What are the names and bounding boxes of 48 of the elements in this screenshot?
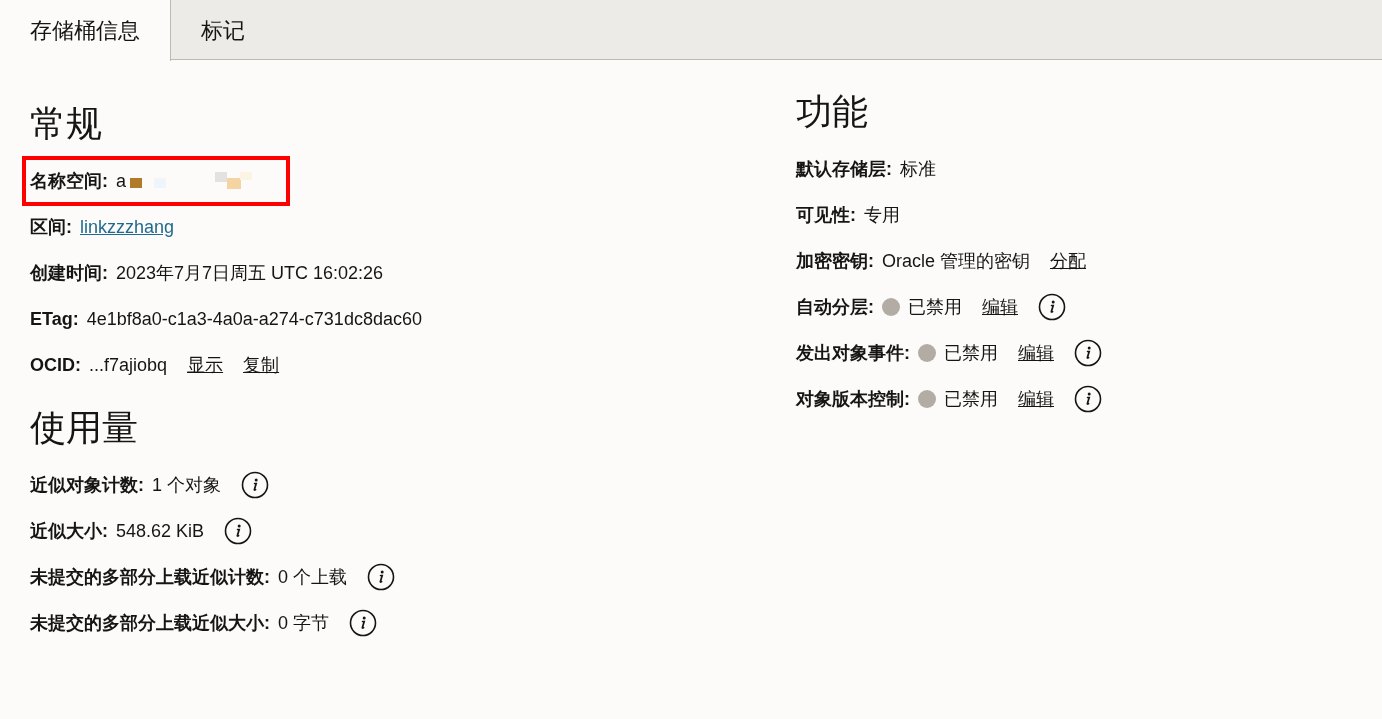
field-value: 专用: [864, 203, 900, 227]
field-label: 近似对象计数:: [30, 473, 144, 497]
field-label: 发出对象事件:: [796, 341, 910, 365]
field-value: 已禁用: [908, 295, 962, 319]
field-label: 未提交的多部分上载近似大小:: [30, 611, 270, 635]
field-value: 已禁用: [944, 341, 998, 365]
field-value: 4e1bf8a0-c1a3-4a0a-a274-c731dc8dac60: [86, 307, 422, 331]
field-label: 名称空间:: [30, 169, 108, 193]
action-link[interactable]: 复制: [243, 351, 280, 379]
field-label: 创建时间:: [30, 261, 108, 285]
section-heading: 使用量: [30, 410, 139, 446]
compartment-link[interactable]: linkzzzhang: [80, 213, 175, 241]
field-label: 加密密钥:: [796, 249, 874, 273]
info-icon[interactable]: [349, 609, 377, 637]
tab[interactable]: 标记: [171, 0, 275, 60]
field-value: ...f7ajiobq: [89, 353, 168, 377]
tab[interactable]: 存储桶信息: [0, 0, 171, 61]
field-label: 可见性:: [796, 203, 856, 227]
field-label: 近似大小:: [30, 519, 108, 543]
info-icon[interactable]: [1074, 385, 1102, 413]
info-icon[interactable]: [1074, 339, 1102, 367]
action-link[interactable]: 显示: [187, 351, 224, 379]
field-label: OCID:: [30, 353, 81, 377]
action-link[interactable]: 编辑: [1018, 339, 1054, 367]
field-label: 未提交的多部分上载近似计数:: [30, 565, 270, 589]
field-label: 默认存储层:: [796, 157, 892, 181]
field-value: 已禁用: [944, 387, 998, 411]
action-link[interactable]: 分配: [1050, 247, 1087, 275]
field-label: 自动分层:: [796, 295, 874, 319]
field-value: 1 个对象: [152, 473, 221, 497]
action-link[interactable]: 编辑: [982, 293, 1018, 321]
field-value: 2023年7月7日周五 UTC 16:02:26: [116, 261, 384, 285]
info-icon[interactable]: [367, 563, 395, 591]
field-label: 区间:: [30, 215, 72, 239]
field-label: 对象版本控制:: [796, 387, 910, 411]
field-value: a: [116, 169, 126, 193]
field-value: 0 字节: [278, 611, 329, 635]
info-icon[interactable]: [1038, 293, 1066, 321]
field-value: 0 个上载: [278, 565, 347, 589]
field-label: ETag:: [30, 307, 79, 331]
field-value: 548.62 KiB: [116, 519, 205, 543]
field-value: 标准: [900, 157, 936, 181]
info-icon[interactable]: [224, 517, 253, 545]
section-heading: 功能: [796, 94, 869, 130]
info-icon[interactable]: [241, 471, 269, 499]
section-heading: 常规: [30, 106, 103, 142]
action-link[interactable]: 编辑: [1018, 385, 1054, 413]
field-value: Oracle 管理的密钥: [882, 249, 1031, 273]
